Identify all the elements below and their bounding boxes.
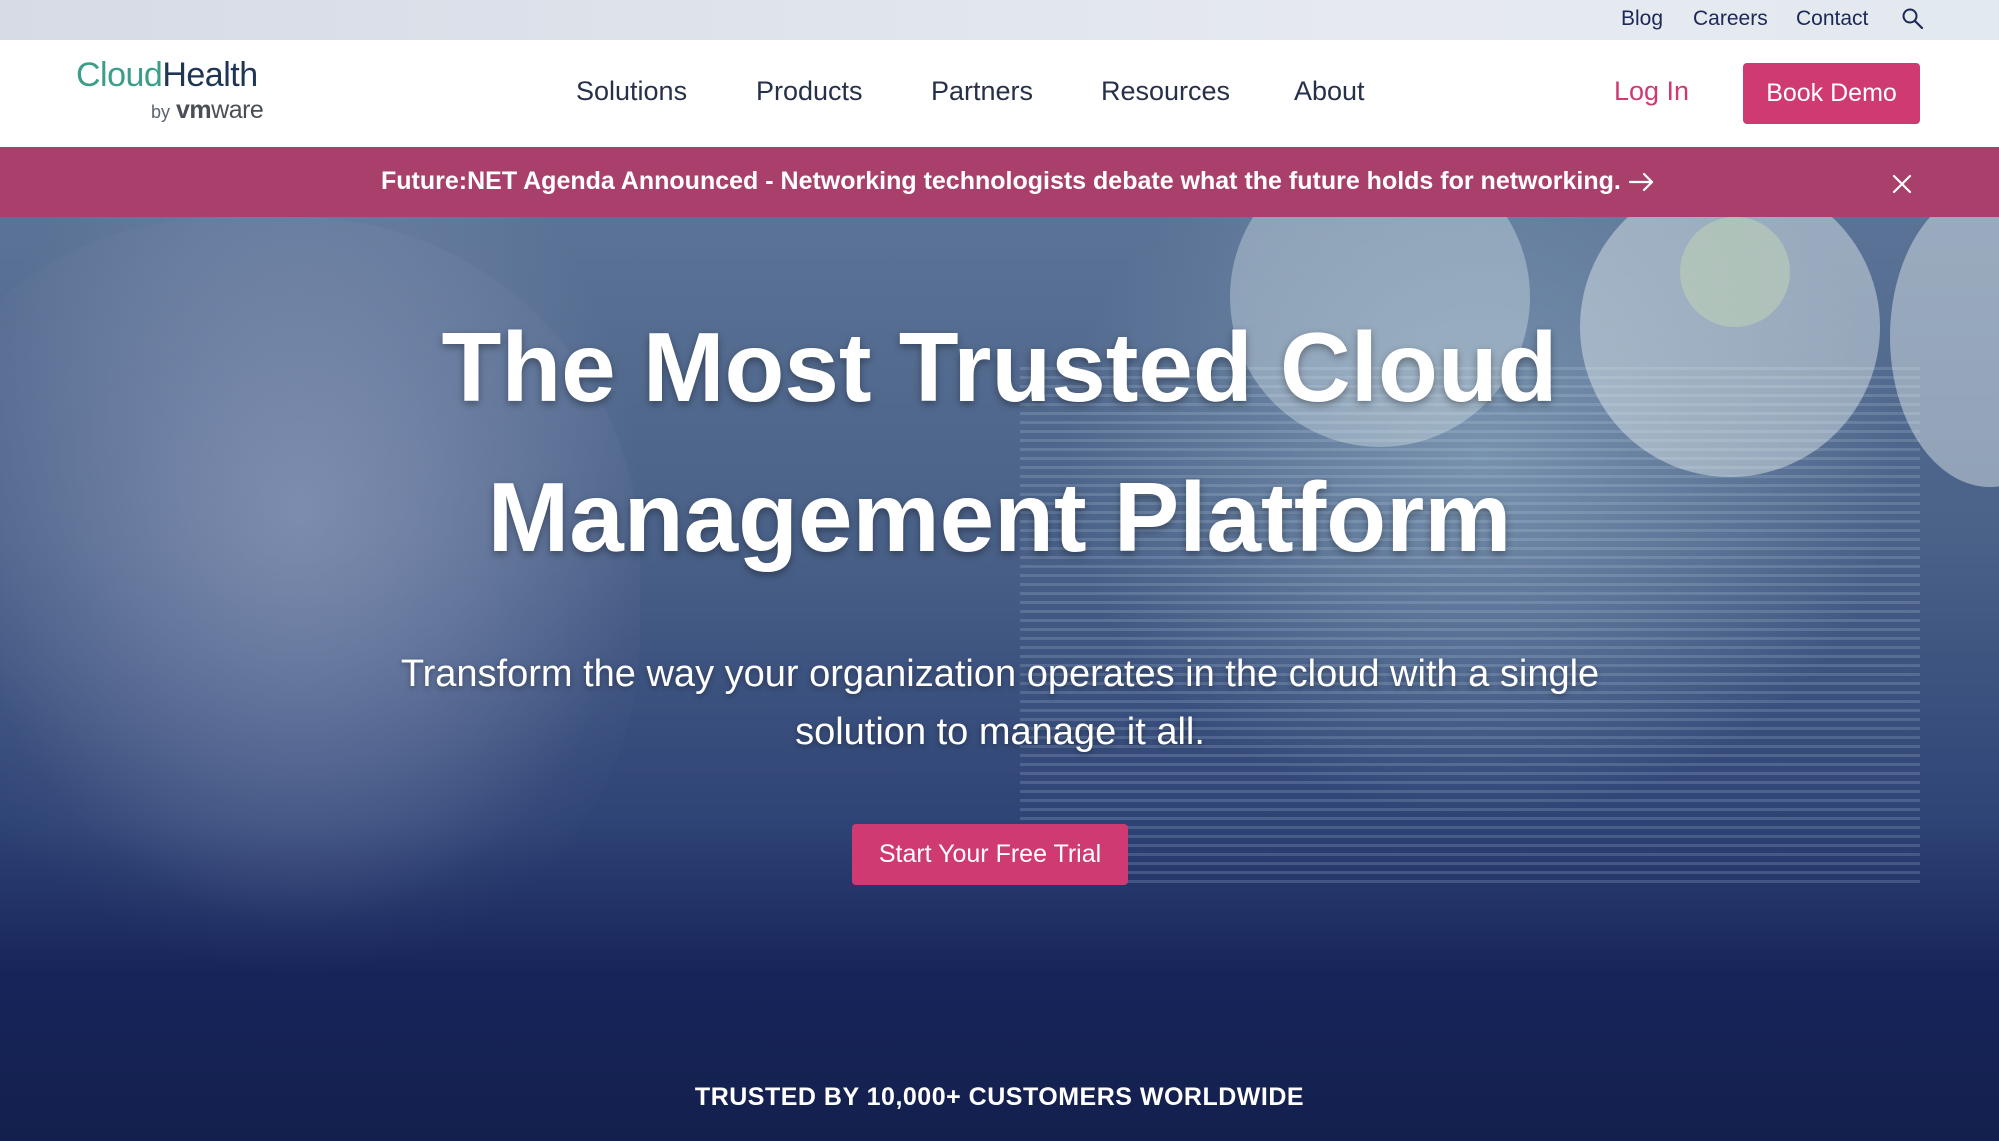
- logo-health-text: Health: [162, 56, 258, 94]
- logo-ware-text: ware: [211, 96, 264, 124]
- hero-section: The Most Trusted Cloud Management Platfo…: [0, 217, 1999, 1141]
- login-link[interactable]: Log In: [1614, 76, 1689, 107]
- hero-title: The Most Trusted Cloud Management Platfo…: [0, 292, 1999, 592]
- logo-by-text: by: [151, 102, 171, 122]
- cloudhealth-logo[interactable]: CloudHealth by vmware: [76, 56, 286, 128]
- logo-cloud-text: Cloud: [76, 56, 163, 94]
- hero-title-line-2: Management Platform: [487, 462, 1512, 572]
- announcement-text[interactable]: Future:NET Agenda Announced - Networking…: [381, 167, 1621, 196]
- trusted-by-heading: TRUSTED BY 10,000+ CUSTOMERS WORLDWIDE: [694, 1083, 1305, 1111]
- main-nav: CloudHealth by vmware Solutions Products…: [0, 40, 1999, 147]
- close-icon[interactable]: [1890, 172, 1914, 196]
- logo-vm-text: vm: [176, 96, 212, 124]
- hero-subtitle-line-2: solution to manage it all.: [795, 711, 1205, 753]
- careers-link[interactable]: Careers: [1693, 7, 1768, 31]
- hero-title-line-1: The Most Trusted Cloud: [441, 312, 1558, 422]
- nav-resources[interactable]: Resources: [1101, 76, 1230, 107]
- nav-products[interactable]: Products: [756, 76, 863, 107]
- utility-bar: Blog Careers Contact: [0, 0, 1999, 40]
- vmware-wordmark: vmware: [176, 96, 264, 125]
- arrow-right-icon[interactable]: [1628, 170, 1656, 194]
- nav-partners[interactable]: Partners: [931, 76, 1033, 107]
- announcement-banner[interactable]: Future:NET Agenda Announced - Networking…: [0, 147, 1999, 217]
- search-icon[interactable]: [1901, 7, 1925, 31]
- contact-link[interactable]: Contact: [1796, 7, 1868, 31]
- hero-subtitle-line-1: Transform the way your organization oper…: [400, 653, 1600, 695]
- start-free-trial-button[interactable]: Start Your Free Trial: [852, 824, 1128, 885]
- book-demo-button[interactable]: Book Demo: [1743, 63, 1920, 124]
- blog-link[interactable]: Blog: [1621, 7, 1663, 31]
- nav-about[interactable]: About: [1294, 76, 1365, 107]
- hero-subtitle: Transform the way your organization oper…: [350, 645, 1650, 761]
- nav-solutions[interactable]: Solutions: [576, 76, 687, 107]
- logo-wordmark: CloudHealth: [76, 56, 258, 95]
